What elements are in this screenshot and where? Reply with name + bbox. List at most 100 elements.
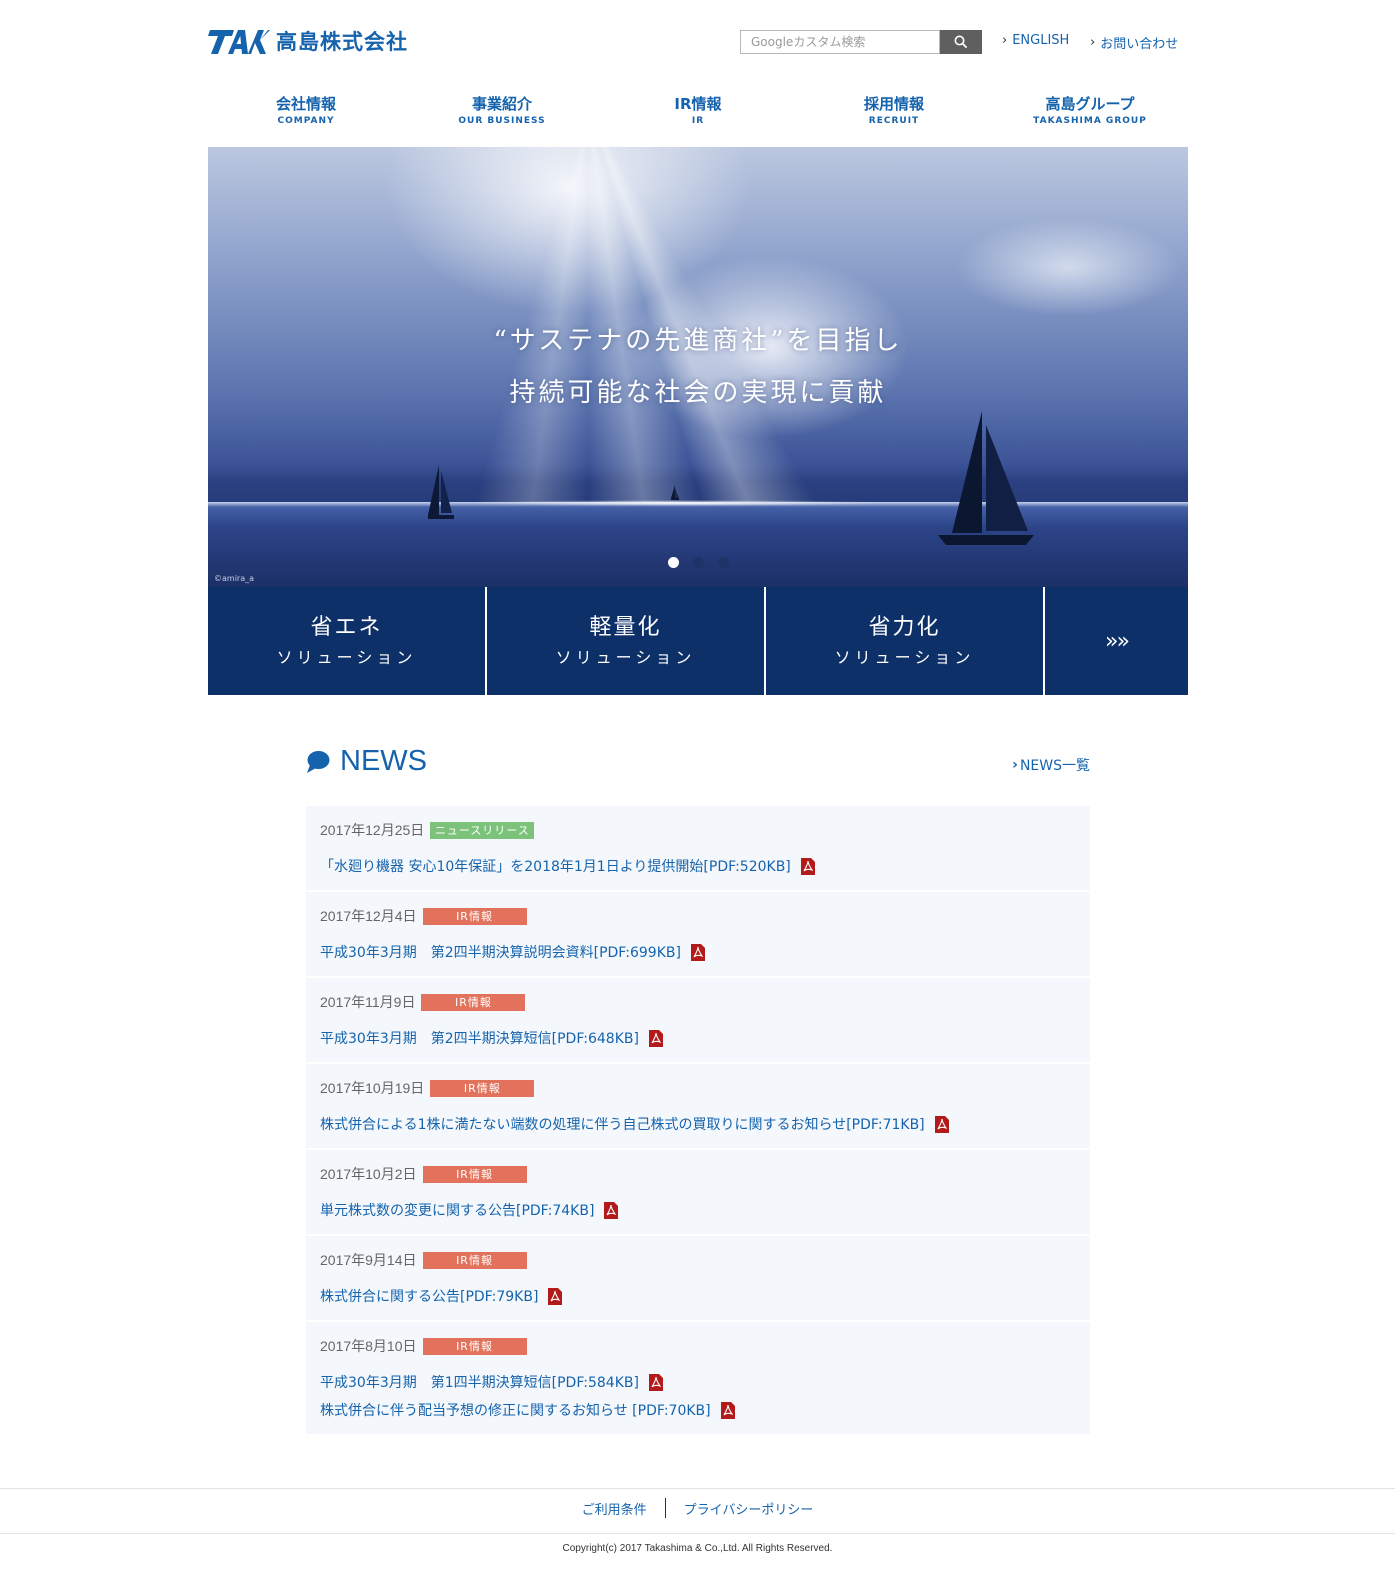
category-badge: IR情報 xyxy=(422,1251,527,1269)
news-link[interactable]: 平成30年3月期 第2四半期決算説明会資料[PDF:699KB] xyxy=(320,942,1076,962)
news-link[interactable]: 平成30年3月期 第2四半期決算短信[PDF:648KB] xyxy=(320,1028,1076,1048)
nav-label-ja: 事業紹介 xyxy=(471,95,532,113)
chevron-right-icon: › xyxy=(1090,35,1096,50)
nav-label-en: COMPANY xyxy=(277,116,335,126)
slider-dot-3[interactable] xyxy=(718,557,729,568)
hero-line-1: “サステナの先進商社”を目指し xyxy=(493,326,903,356)
site-logo[interactable]: 高島株式会社 xyxy=(208,24,408,58)
footer-divider xyxy=(0,1533,1395,1534)
pdf-icon xyxy=(934,1115,949,1133)
slider-dots xyxy=(668,557,729,568)
news-date: 2017年12月4日 xyxy=(320,908,417,924)
news-item: 2017年12月25日 ニュースリリース「水廻り機器 安心10年保証」を2018年… xyxy=(306,806,1090,892)
category-badge: ニュースリリース xyxy=(430,821,535,839)
news-item: 2017年12月4日 IR情報 平成30年3月期 第2四半期決算説明会資料[PDF:… xyxy=(306,892,1090,978)
nav-item-company[interactable]: 会社情報 COMPANY xyxy=(208,94,404,139)
terms-link[interactable]: ご利用条件 xyxy=(582,1499,647,1518)
site-search xyxy=(740,30,982,54)
news-link[interactable]: 単元株式数の変更に関する公告[PDF:74KB] xyxy=(320,1200,1076,1220)
news-date: 2017年11月9日 xyxy=(320,994,416,1010)
search-button[interactable] xyxy=(940,30,982,54)
news-date: 2017年8月10日 xyxy=(320,1338,417,1354)
tile-subtitle: ソリューション xyxy=(555,648,696,667)
news-item: 2017年9月14日 IR情報 株式併合に関する公告[PDF:79KB] xyxy=(306,1236,1090,1322)
category-badge: IR情報 xyxy=(422,1337,527,1355)
news-meta: 2017年12月25日 ニュースリリース xyxy=(320,820,1076,840)
news-link-label: 平成30年3月期 第1四半期決算短信[PDF:584KB] xyxy=(320,1375,639,1391)
nav-label-en: RECRUIT xyxy=(868,116,920,126)
news-all-link[interactable]: › NEWS一覧 xyxy=(1012,755,1090,775)
news-link[interactable]: 「水廻り機器 安心10年保証」を2018年1月1日より提供開始[PDF:520K… xyxy=(320,856,1076,876)
pdf-icon xyxy=(800,857,815,875)
chevron-right-icon: › xyxy=(1002,33,1008,48)
tile-subtitle: ソリューション xyxy=(276,648,417,667)
news-link[interactable]: 株式併合による1株に満たない端数の処理に伴う自己株式の買取りに関するお知らせ[P… xyxy=(320,1114,1076,1134)
category-badge: IR情報 xyxy=(422,1165,527,1183)
photo-credit: ©amira_a xyxy=(214,574,255,583)
news-header: NEWS › NEWS一覧 xyxy=(306,745,1090,785)
hero-line-2: 持続可能な社会の実現に貢献 xyxy=(509,378,887,408)
category-badge: IR情報 xyxy=(430,1079,535,1097)
category-badge: IR情報 xyxy=(421,993,526,1011)
tile-more[interactable]: »» xyxy=(1045,587,1188,695)
news-meta: 2017年8月10日 IR情報 xyxy=(320,1336,1076,1356)
pdf-icon xyxy=(720,1401,735,1419)
news-link[interactable]: 平成30年3月期 第1四半期決算短信[PDF:584KB] xyxy=(320,1372,1076,1392)
search-input[interactable] xyxy=(740,30,940,54)
company-name: 高島株式会社 xyxy=(276,30,408,54)
news-link-label: 単元株式数の変更に関する公告[PDF:74KB] xyxy=(320,1203,595,1219)
news-meta: 2017年10月19日 IR情報 xyxy=(320,1078,1076,1098)
english-link-label: ENGLISH xyxy=(1012,33,1070,48)
footer-links: ご利用条件 プライバシーポリシー xyxy=(0,1498,1395,1518)
privacy-link[interactable]: プライバシーポリシー xyxy=(684,1499,814,1518)
search-icon xyxy=(954,35,968,49)
tile-title: 軽量化 xyxy=(589,615,662,640)
site-header: 高島株式会社 › ENGLISH › お問い合わせ xyxy=(208,0,1188,90)
news-date: 2017年10月19日 xyxy=(320,1080,425,1096)
news-title: NEWS xyxy=(306,745,427,778)
tile-title: 省エネ xyxy=(310,615,383,640)
slider-dot-1[interactable] xyxy=(668,557,679,568)
footer-separator xyxy=(664,1498,666,1518)
nav-label-en: TAKASHIMA GROUP xyxy=(1033,116,1147,126)
pdf-icon xyxy=(648,1373,663,1391)
news-date: 2017年10月2日 xyxy=(320,1166,417,1182)
news-meta: 2017年10月2日 IR情報 xyxy=(320,1164,1076,1184)
chevron-right-icon: › xyxy=(1012,757,1018,773)
tile-title: 省力化 xyxy=(868,615,941,640)
pdf-icon xyxy=(648,1029,663,1047)
tile-weight-reduction[interactable]: 軽量化 ソリューション xyxy=(487,587,764,695)
global-nav: 会社情報 COMPANY 事業紹介 OUR BUSINESS IR情報 IR 採… xyxy=(208,94,1188,139)
tile-energy-saving[interactable]: 省エネ ソリューション xyxy=(208,587,485,695)
nav-item-ir[interactable]: IR情報 IR xyxy=(600,94,796,139)
contact-link[interactable]: › お問い合わせ xyxy=(1090,33,1178,52)
nav-label-ja: IR情報 xyxy=(674,95,722,113)
pdf-icon xyxy=(690,943,705,961)
nav-label-ja: 採用情報 xyxy=(863,95,924,113)
slider-dot-2[interactable] xyxy=(693,557,704,568)
news-item: 2017年11月9日 IR情報平成30年3月期 第2四半期決算短信[PDF:648… xyxy=(306,978,1090,1064)
news-item: 2017年10月19日 IR情報株式併合による1株に満たない端数の処理に伴う自己株… xyxy=(306,1064,1090,1150)
news-link[interactable]: 株式併合に伴う配当予想の修正に関するお知らせ [PDF:70KB] xyxy=(320,1400,1076,1420)
sailboat-small-icon xyxy=(671,485,679,500)
news-date: 2017年12月25日 xyxy=(320,822,425,838)
tile-labor-saving[interactable]: 省力化 ソリューション xyxy=(766,587,1043,695)
nav-label-ja: 会社情報 xyxy=(275,95,336,113)
english-link[interactable]: › ENGLISH xyxy=(1002,33,1069,48)
copyright: Copyright(c) 2017 Takashima & Co.,Ltd. A… xyxy=(562,1543,833,1554)
nav-item-recruit[interactable]: 採用情報 RECRUIT xyxy=(796,94,992,139)
news-link-label: 株式併合に伴う配当予想の修正に関するお知らせ [PDF:70KB] xyxy=(320,1403,711,1419)
double-chevron-right-icon: »» xyxy=(1105,628,1130,654)
news-link-label: 平成30年3月期 第2四半期決算説明会資料[PDF:699KB] xyxy=(320,945,681,961)
news-all-label: NEWS一覧 xyxy=(1019,758,1090,774)
nav-item-group[interactable]: 高島グループ TAKASHIMA GROUP xyxy=(992,94,1188,139)
news-link-label: 「水廻り機器 安心10年保証」を2018年1月1日より提供開始[PDF:520K… xyxy=(320,859,791,875)
nav-item-business[interactable]: 事業紹介 OUR BUSINESS xyxy=(404,94,600,139)
hero-slider[interactable]: “サステナの先進商社”を目指し 持続可能な社会の実現に貢献 ©amira_a xyxy=(208,147,1188,587)
pdf-icon xyxy=(548,1287,563,1305)
news-link[interactable]: 株式併合に関する公告[PDF:79KB] xyxy=(320,1286,1076,1306)
hero-copy: “サステナの先進商社”を目指し 持続可能な社会の実現に貢献 xyxy=(208,315,1188,419)
nav-label-en: OUR BUSINESS xyxy=(458,116,546,126)
solution-tiles: 省エネ ソリューション 軽量化 ソリューション 省力化 ソリューション »» xyxy=(208,587,1188,695)
news-link-label: 株式併合による1株に満たない端数の処理に伴う自己株式の買取りに関するお知らせ[P… xyxy=(320,1117,925,1133)
